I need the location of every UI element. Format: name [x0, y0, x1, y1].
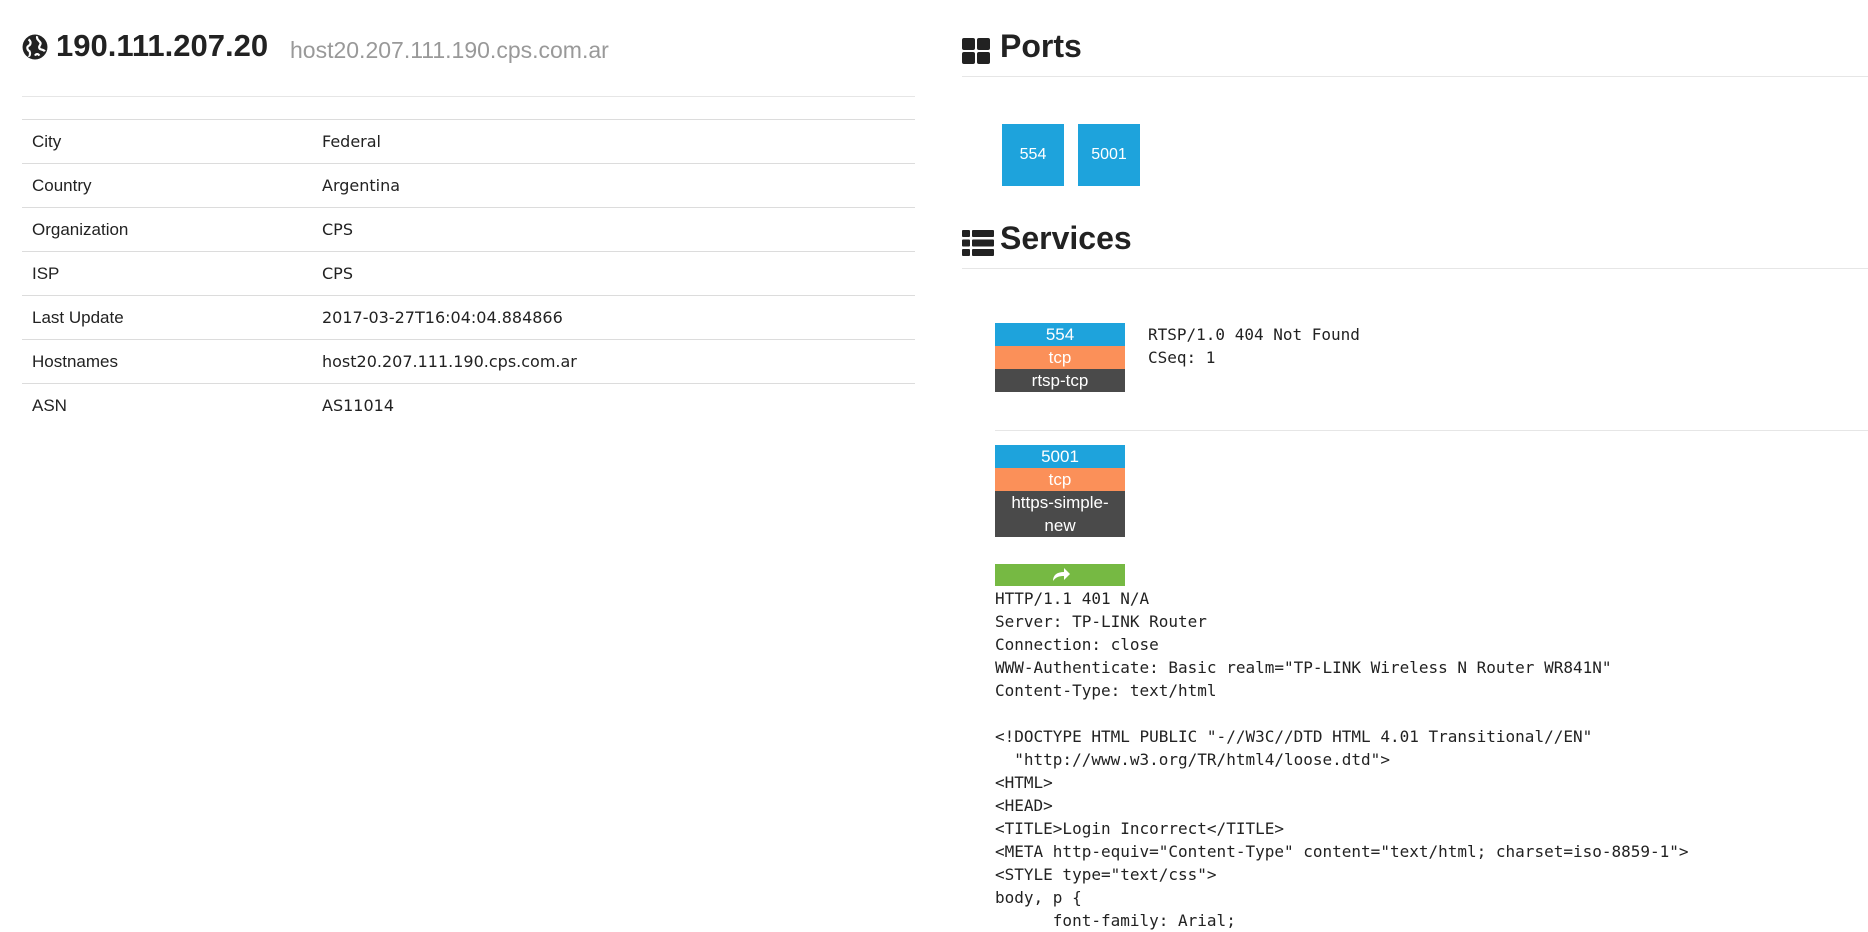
service-banner: RTSP/1.0 404 Not Found CSeq: 1 — [1148, 325, 1360, 367]
table-row: Country Argentina — [22, 163, 915, 208]
host-info-table: City Federal Country Argentina Organizat… — [22, 119, 915, 428]
host-ip: 190.111.207.20 — [56, 28, 269, 63]
table-row: Last Update 2017-03-27T16:04:04.884866 — [22, 295, 915, 340]
info-key: Hostnames — [32, 351, 118, 371]
share-arrow-icon — [1053, 568, 1070, 581]
table-row: City Federal — [22, 119, 915, 164]
service-divider — [995, 430, 1868, 431]
info-value: Federal — [322, 132, 381, 151]
info-value: CPS — [322, 220, 353, 239]
service-protocol: tcp — [995, 468, 1125, 491]
host-header: 190.111.207.20 host20.207.111.190.cps.co… — [22, 0, 915, 97]
info-value: CPS — [322, 264, 353, 283]
table-row: Hostnames host20.207.111.190.cps.com.ar — [22, 339, 915, 384]
info-value: host20.207.111.190.cps.com.ar — [322, 352, 577, 371]
info-value: 2017-03-27T16:04:04.884866 — [322, 308, 563, 327]
info-value: AS11014 — [322, 396, 394, 416]
services-header: Services — [962, 220, 1868, 269]
info-key: Country — [32, 175, 92, 195]
info-key: Last Update — [32, 307, 124, 327]
port-badge[interactable]: 5001 — [1078, 124, 1140, 186]
service-protocol: tcp — [995, 346, 1125, 369]
globe-icon — [22, 34, 48, 60]
info-key: Organization — [32, 219, 129, 239]
service-port: 5001 — [995, 445, 1125, 468]
grid-icon — [962, 38, 990, 64]
service-tags: 5001 tcp https-simple-new — [995, 445, 1125, 537]
ports-header: Ports — [962, 28, 1868, 77]
service-port: 554 — [995, 323, 1125, 346]
service-name: rtsp-tcp — [995, 369, 1125, 392]
ports-title: Ports — [1000, 28, 1082, 64]
host-hostname: host20.207.111.190.cps.com.ar — [290, 37, 609, 63]
info-key: ASN — [32, 395, 67, 415]
table-row: ASN AS11014 — [22, 383, 915, 428]
services-title: Services — [1000, 220, 1132, 256]
port-badge[interactable]: 554 — [1002, 124, 1064, 186]
service-banner: HTTP/1.1 401 N/A Server: TP-LINK Router … — [995, 589, 1689, 930]
redirect-button[interactable] — [995, 564, 1125, 586]
host-details-column: 190.111.207.20 host20.207.111.190.cps.co… — [22, 0, 915, 415]
table-row: ISP CPS — [22, 251, 915, 296]
service-tags: 554 tcp rtsp-tcp — [995, 323, 1125, 392]
service-name: https-simple-new — [995, 491, 1125, 537]
info-value: Argentina — [322, 176, 401, 195]
info-key: ISP — [32, 263, 60, 283]
table-row: Organization CPS — [22, 207, 915, 252]
list-icon — [962, 230, 994, 256]
info-key: City — [32, 131, 62, 151]
